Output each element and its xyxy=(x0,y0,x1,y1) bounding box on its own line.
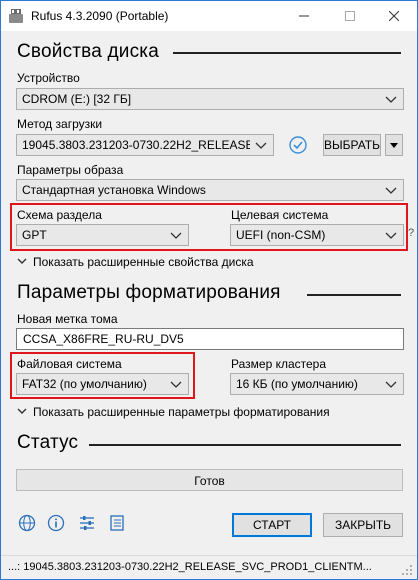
image-options-value: Стандартная установка Windows xyxy=(22,183,206,197)
file-system-select[interactable]: FAT32 (по умолчанию) xyxy=(16,373,189,395)
image-options-label: Параметры образа xyxy=(17,163,124,177)
close-window-button[interactable] xyxy=(371,1,417,31)
resize-grip-icon[interactable] xyxy=(401,564,413,576)
minimize-button[interactable] xyxy=(281,1,327,31)
select-image-button[interactable]: ВЫБРАТЬ xyxy=(323,134,381,156)
log-button[interactable] xyxy=(107,513,127,533)
title-bar: Rufus 4.3.2090 (Portable) xyxy=(1,1,417,31)
chevron-down-icon xyxy=(385,381,397,388)
chevron-down-icon xyxy=(385,187,397,194)
file-system-label: Файловая система xyxy=(17,357,122,371)
disk-advanced-toggle[interactable]: Показать расширенные свойства диска xyxy=(17,255,254,269)
device-value: CDROM (E:) [32 ГБ] xyxy=(22,92,132,106)
section-divider xyxy=(173,52,401,54)
chevron-down-icon xyxy=(17,258,27,264)
minimize-icon xyxy=(299,15,309,17)
device-select[interactable]: CDROM (E:) [32 ГБ] xyxy=(16,88,404,110)
partition-scheme-value: GPT xyxy=(22,228,47,242)
volume-label-label: Новая метка тома xyxy=(17,312,118,326)
partition-scheme-label: Схема раздела xyxy=(17,208,102,222)
globe-icon xyxy=(18,514,36,532)
target-system-value: UEFI (non-CSM) xyxy=(236,228,326,242)
select-dropdown-button[interactable] xyxy=(385,134,403,156)
boot-method-value: 19045.3803.231203-0730.22H2_RELEASE_SVC_ xyxy=(22,138,250,152)
info-icon xyxy=(47,514,65,532)
rufus-window: Rufus 4.3.2090 (Portable) Свойства диска… xyxy=(0,0,418,580)
target-system-label: Целевая система xyxy=(231,208,329,222)
app-icon xyxy=(9,9,23,23)
close-button[interactable]: ЗАКРЫТЬ xyxy=(323,513,403,537)
check-hash-button[interactable] xyxy=(288,135,308,155)
start-button[interactable]: СТАРТ xyxy=(232,513,312,537)
target-system-help[interactable]: ? xyxy=(408,227,414,239)
check-hash-icon xyxy=(289,136,307,154)
volume-label-field[interactable] xyxy=(16,328,404,350)
disk-advanced-label: Показать расширенные свойства диска xyxy=(33,255,254,269)
cluster-size-value: 16 КБ (по умолчанию) xyxy=(236,377,358,391)
chevron-down-icon xyxy=(390,143,398,148)
chevron-down-icon xyxy=(170,381,182,388)
settings-button[interactable] xyxy=(77,513,97,533)
status-line: ...: 19045.3803.231203-0730.22H2_RELEASE… xyxy=(1,555,417,579)
target-system-select[interactable]: UEFI (non-CSM) xyxy=(230,224,404,246)
settings-sliders-icon xyxy=(80,516,94,530)
partition-scheme-select[interactable]: GPT xyxy=(16,224,189,246)
cluster-size-select[interactable]: 16 КБ (по умолчанию) xyxy=(230,373,404,395)
chevron-down-icon xyxy=(255,142,267,149)
close-icon xyxy=(389,11,399,21)
format-advanced-label: Показать расширенные параметры форматиро… xyxy=(33,405,330,419)
section-divider xyxy=(89,444,401,446)
language-button[interactable] xyxy=(17,513,37,533)
chevron-down-icon xyxy=(385,96,397,103)
maximize-button[interactable] xyxy=(327,1,373,31)
progress-text: Готов xyxy=(194,474,225,488)
maximize-icon xyxy=(345,11,355,21)
disk-properties-heading: Свойства диска xyxy=(17,41,160,62)
boot-method-select[interactable]: 19045.3803.231203-0730.22H2_RELEASE_SVC_ xyxy=(16,134,274,156)
chevron-down-icon xyxy=(17,408,27,414)
chevron-down-icon xyxy=(170,232,182,239)
status-heading: Статус xyxy=(17,432,79,453)
about-button[interactable] xyxy=(46,513,66,533)
status-line-text: ...: 19045.3803.231203-0730.22H2_RELEASE… xyxy=(8,561,372,573)
image-options-select[interactable]: Стандартная установка Windows xyxy=(16,179,404,201)
chevron-down-icon xyxy=(385,232,397,239)
progress-bar: Готов xyxy=(16,469,403,491)
volume-label-input[interactable] xyxy=(23,332,383,346)
section-divider xyxy=(307,294,401,296)
boot-method-label: Метод загрузки xyxy=(17,117,103,131)
format-advanced-toggle[interactable]: Показать расширенные параметры форматиро… xyxy=(17,405,330,419)
log-icon xyxy=(110,515,124,531)
cluster-size-label: Размер кластера xyxy=(231,357,327,371)
file-system-value: FAT32 (по умолчанию) xyxy=(22,377,147,391)
format-options-heading: Параметры форматирования xyxy=(17,282,281,303)
window-title: Rufus 4.3.2090 (Portable) xyxy=(31,9,169,23)
device-label: Устройство xyxy=(17,71,80,85)
